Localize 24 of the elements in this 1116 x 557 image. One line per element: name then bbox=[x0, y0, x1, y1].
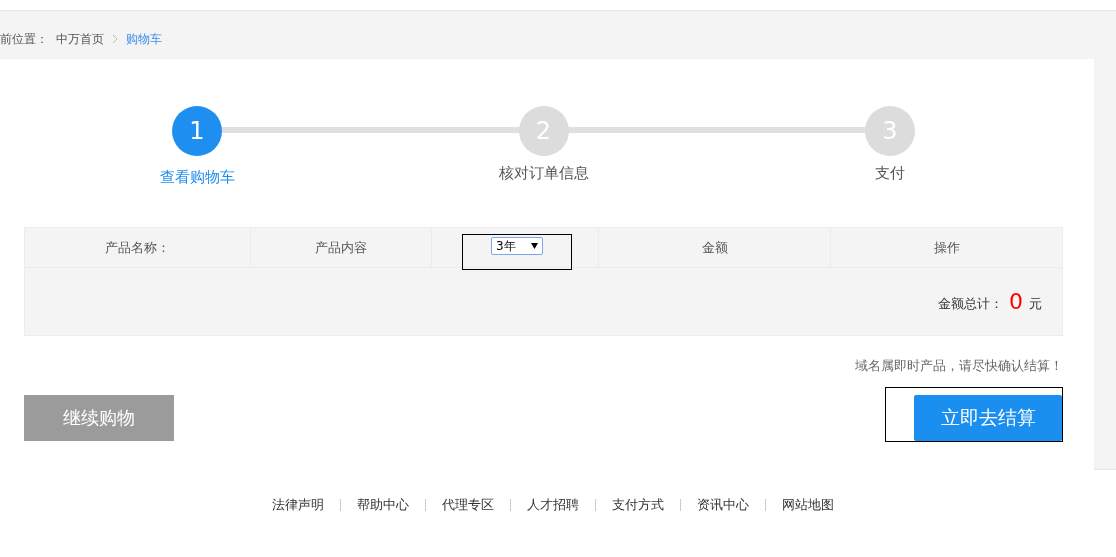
breadcrumb-link[interactable]: 中万首页 bbox=[56, 30, 104, 48]
footer-link[interactable]: 资讯中心 bbox=[697, 496, 749, 514]
table-header-cell: 产品名称： bbox=[25, 228, 251, 267]
year-select[interactable]: 3年 bbox=[491, 237, 543, 255]
table-header-cell-text: 操作 bbox=[932, 238, 961, 257]
step-label: 查看购物车 bbox=[159, 168, 235, 187]
total-label: 金额总计： bbox=[938, 294, 1003, 313]
footer-link[interactable]: 支付方式 bbox=[612, 496, 664, 514]
total-value: 0 bbox=[1009, 289, 1023, 314]
step-label: 支付 bbox=[875, 164, 905, 183]
footer-link[interactable]: 人才招聘 bbox=[527, 496, 579, 514]
footer-link[interactable]: 法律声明 bbox=[272, 496, 324, 514]
table-header-cell: 产品内容 bbox=[251, 228, 432, 267]
chevron-icon bbox=[112, 34, 118, 44]
footer-link[interactable]: 代理专区 bbox=[442, 496, 494, 514]
step-label: 核对订单信息 bbox=[498, 164, 589, 183]
footer-link[interactable]: 帮助中心 bbox=[357, 496, 409, 514]
step-circle: 1 bbox=[172, 106, 222, 156]
dropdown-arrow-icon bbox=[531, 243, 538, 249]
footer-link[interactable]: 网站地图 bbox=[782, 496, 834, 514]
total-unit: 元 bbox=[1029, 294, 1042, 313]
breadcrumb-label: 前位置： bbox=[0, 30, 48, 48]
table-header-cell: 金额 bbox=[599, 228, 831, 267]
notice-text: 域名属即时产品，请尽快确认结算！ bbox=[854, 357, 1063, 375]
